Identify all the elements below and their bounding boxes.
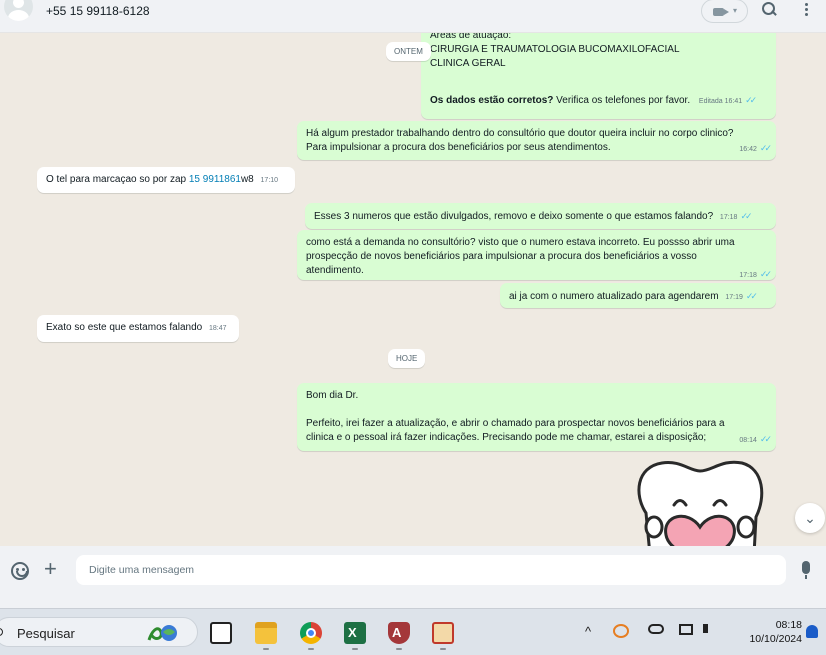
chrome-icon[interactable] [300, 622, 322, 644]
display-icon[interactable] [679, 624, 693, 635]
message-incoming: O tel para marcaçao so por zap 15 991186… [37, 167, 295, 193]
message-incoming: Exato so este que estamos falando 18:47 [37, 315, 239, 342]
edited-label: Editada [698, 98, 723, 105]
message-time: 08:14 [739, 437, 757, 444]
message-input[interactable] [76, 555, 786, 585]
ribbon-globe-icon [147, 625, 177, 641]
chevron-down-icon: ▾ [733, 6, 738, 15]
windows-taskbar: Pesquisar X A ^ 08:18 10/10/2024 [0, 608, 826, 655]
clock-date: 10/10/2024 [749, 633, 802, 645]
message-outgoing: como está a demanda no consultório? vist… [297, 230, 776, 280]
notification-bell-icon[interactable] [806, 625, 818, 638]
message-outgoing: ai ja com o numero atualizado para agend… [500, 283, 776, 308]
network-tool-icon[interactable] [432, 622, 454, 644]
message-time: 16:42 [739, 146, 757, 153]
message-time: 17:10 [260, 177, 279, 184]
sync-icon[interactable] [613, 624, 629, 638]
date-pill-yesterday: ONTEM [386, 42, 431, 61]
tray-chevron-icon[interactable]: ^ [585, 624, 591, 639]
scroll-down-icon[interactable]: ⌄ [795, 503, 825, 533]
message-outgoing: Esses 3 numeros que estão divulgados, re… [305, 203, 776, 229]
taskbar-search-box[interactable]: Pesquisar [0, 617, 198, 647]
message-time: 17:18 [719, 214, 738, 221]
read-ticks-icon: ✓✓ [759, 269, 772, 279]
read-ticks-icon: ✓✓ [740, 211, 752, 221]
message-time: 17:19 [725, 294, 743, 301]
phone-link[interactable]: 15 9911861 [189, 174, 241, 185]
message-time: 16:41 [724, 98, 743, 105]
excel-icon[interactable]: X [344, 622, 366, 644]
read-ticks-icon: ✓✓ [759, 434, 772, 444]
task-view-icon[interactable] [210, 622, 232, 644]
emoji-icon[interactable] [11, 562, 29, 580]
clock-time: 08:18 [775, 619, 802, 631]
read-ticks-icon: ✓✓ [745, 95, 757, 105]
menu-icon[interactable] [805, 3, 809, 19]
read-ticks-icon: ✓✓ [759, 143, 772, 153]
message-time: 18:47 [209, 325, 227, 332]
video-call-button[interactable]: ▾ [701, 0, 748, 23]
taskbar-search-icon [0, 628, 3, 636]
search-icon[interactable] [762, 2, 776, 16]
cloud-off-icon[interactable] [648, 624, 664, 634]
file-explorer-icon[interactable] [255, 622, 277, 644]
video-call-icon [713, 8, 729, 16]
access-icon[interactable]: A [388, 622, 410, 644]
date-pill-today: HOJE [388, 349, 426, 368]
chat-header: +55 15 99118-6128 ▾ [0, 0, 826, 33]
message-outgoing: Bom dia Dr. Perfeito, irei fazer a atual… [297, 383, 776, 451]
tooth-sticker[interactable] [632, 455, 768, 546]
taskbar-clock[interactable]: 08:18 10/10/2024 [732, 618, 802, 646]
attach-plus-icon[interactable]: + [44, 558, 57, 580]
chat-area: Áreas de atuação: CIRURGIA E TRAUMATOLOG… [0, 33, 826, 546]
message-time: 17:18 [739, 272, 757, 279]
message-bold-text: Os dados estão corretos? [430, 95, 554, 106]
message-composer: + [0, 546, 826, 608]
message-outgoing: Áreas de atuação: CIRURGIA E TRAUMATOLOG… [421, 33, 776, 119]
mic-icon[interactable] [802, 561, 810, 579]
avatar-icon[interactable] [4, 0, 33, 21]
read-ticks-icon: ✓✓ [745, 291, 758, 301]
contact-name[interactable]: +55 15 99118-6128 [46, 4, 150, 18]
volume-icon[interactable] [703, 624, 708, 633]
message-outgoing: Há algum prestador trabalhando dentro do… [297, 121, 776, 160]
